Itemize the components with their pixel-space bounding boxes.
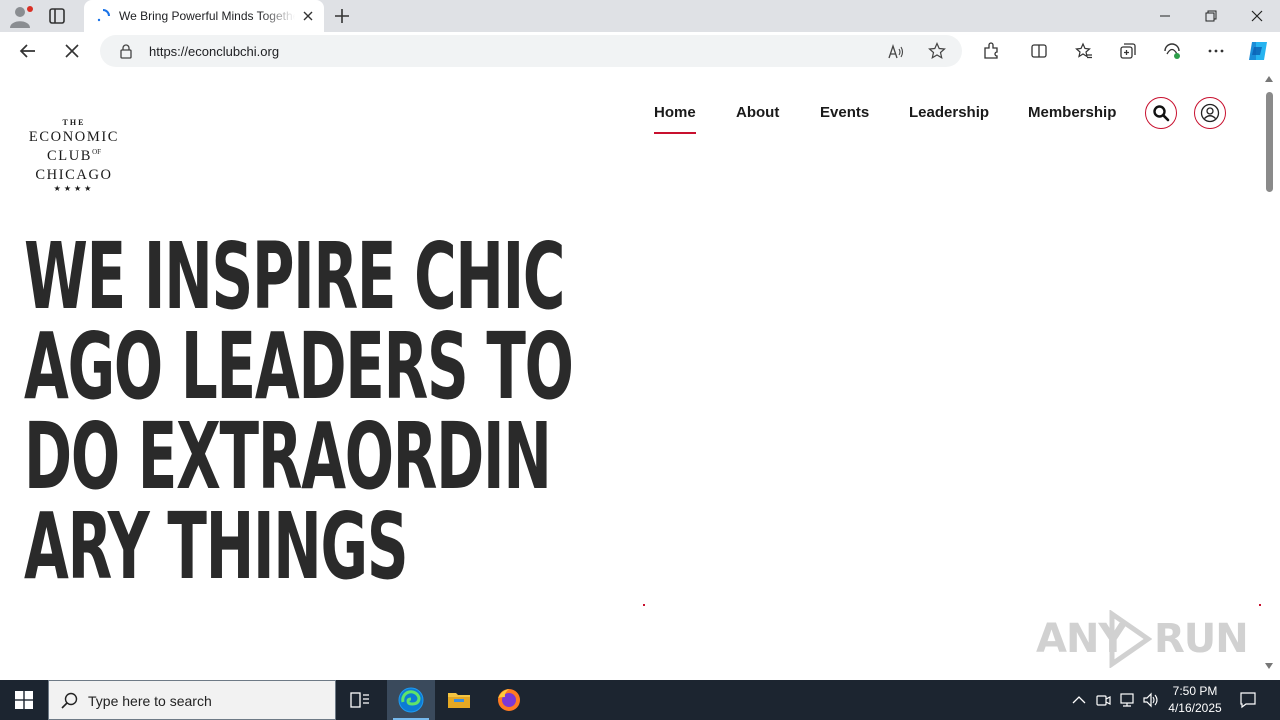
nav-membership[interactable]: Membership	[1028, 104, 1116, 121]
scrollbar-thumb[interactable]	[1266, 92, 1273, 192]
restore-icon[interactable]	[1188, 0, 1234, 32]
page-viewport: THE ECONOMIC CLUBOF CHICAGO ★★★★ Home Ab…	[4, 70, 1262, 677]
task-view-icon[interactable]	[336, 680, 384, 720]
windows-start-icon[interactable]	[0, 680, 48, 720]
browser-toolbar: https://econclubchi.org	[0, 32, 1280, 70]
favorites-icon[interactable]	[1074, 41, 1094, 61]
read-aloud-icon[interactable]	[887, 43, 905, 61]
file-explorer-icon[interactable]	[435, 680, 483, 720]
performance-icon[interactable]	[1162, 41, 1182, 61]
search-placeholder: Type here to search	[88, 693, 212, 709]
tray-chevron-up-icon[interactable]	[1068, 680, 1090, 720]
clock-time: 7:50 PM	[1172, 684, 1218, 698]
nav-home[interactable]: Home	[654, 104, 696, 134]
tab-actions-icon[interactable]	[46, 5, 74, 27]
minimize-icon[interactable]	[1142, 0, 1188, 32]
edge-browser-icon[interactable]	[387, 680, 435, 720]
logo-stars: ★★★★	[53, 184, 95, 193]
watermark-run: RUN	[1154, 616, 1249, 662]
url-text[interactable]: https://econclubchi.org	[149, 44, 279, 59]
page-scrollbar[interactable]	[1262, 70, 1276, 677]
scroll-up-icon[interactable]	[1265, 76, 1273, 82]
play-logo-icon	[1109, 610, 1152, 668]
hero-headline: WE INSPIRE CHICAGO LEADERS TO DO EXTRAOR…	[24, 223, 574, 600]
tab-title: We Bring Powerful Minds Together	[119, 9, 295, 23]
windows-taskbar: Type here to search 7:50 PM 4/16/2025	[0, 680, 1280, 720]
profile-icon[interactable]	[8, 4, 36, 28]
nav-about[interactable]: About	[736, 104, 779, 121]
search-icon	[61, 692, 78, 709]
logo-club-line: CLUBOF	[24, 148, 124, 165]
collections-icon[interactable]	[1118, 41, 1138, 61]
extensions-icon[interactable]	[981, 41, 1001, 61]
logo-of: OF	[92, 148, 102, 157]
nav-events[interactable]: Events	[820, 104, 869, 121]
logo-chicago: CHICAGO	[35, 167, 113, 183]
lock-icon[interactable]	[118, 43, 134, 59]
clock-date: 4/16/2025	[1168, 701, 1222, 715]
main-nav: Home About Events Leadership Membership	[4, 104, 1262, 134]
anyrun-watermark: ANY RUN	[1036, 606, 1249, 670]
firefox-icon[interactable]	[485, 680, 533, 720]
scroll-down-icon[interactable]	[1265, 663, 1273, 669]
volume-icon[interactable]	[1140, 680, 1162, 720]
account-user-icon[interactable]	[1194, 97, 1226, 129]
browser-tab-strip: We Bring Powerful Minds Together	[0, 0, 1280, 32]
tray-meet-now-icon[interactable]	[1092, 680, 1114, 720]
close-tab-icon[interactable]	[300, 8, 316, 24]
nav-leadership[interactable]: Leadership	[909, 104, 989, 121]
more-options-icon[interactable]	[1206, 41, 1226, 61]
logo-club: CLUB	[46, 148, 93, 164]
copilot-icon[interactable]	[1246, 39, 1270, 63]
taskbar-clock[interactable]: 7:50 PM 4/16/2025	[1162, 683, 1228, 717]
loading-spinner-icon	[96, 9, 110, 23]
stop-loading-icon[interactable]	[60, 39, 84, 63]
favorite-star-icon[interactable]	[928, 42, 946, 60]
logo-economic: ECONOMIC	[28, 129, 120, 145]
browser-tab[interactable]: We Bring Powerful Minds Together	[84, 0, 324, 32]
network-icon[interactable]	[1116, 680, 1138, 720]
address-bar[interactable]: https://econclubchi.org	[100, 35, 962, 67]
decorative-dot	[643, 604, 645, 606]
search-icon[interactable]	[1145, 97, 1177, 129]
site-logo[interactable]: THE ECONOMIC CLUBOF CHICAGO ★★★★	[24, 118, 124, 193]
decorative-dot	[1259, 604, 1261, 606]
close-window-icon[interactable]	[1234, 0, 1280, 32]
split-screen-icon[interactable]	[1029, 41, 1049, 61]
new-tab-icon[interactable]	[332, 6, 352, 26]
back-arrow-icon[interactable]	[16, 39, 40, 63]
notifications-icon[interactable]	[1236, 680, 1260, 720]
taskbar-search-input[interactable]: Type here to search	[48, 680, 336, 720]
